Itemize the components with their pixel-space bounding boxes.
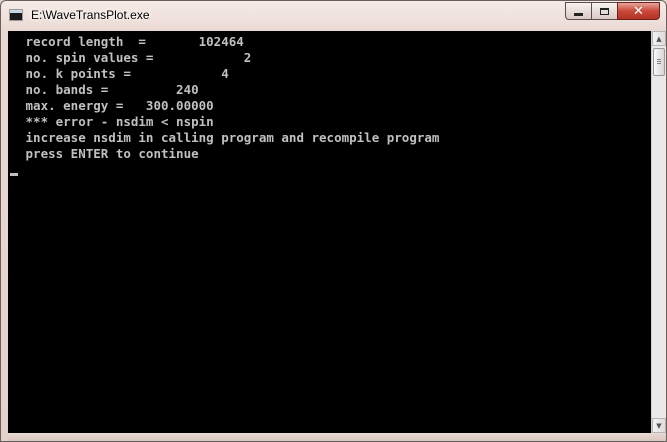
up-arrow-icon: ▲: [656, 34, 662, 43]
down-arrow-icon: ▼: [656, 421, 662, 430]
console-line: increase nsdim in calling program and re…: [18, 130, 440, 145]
window-title: E:\WaveTransPlot.exe: [31, 8, 150, 22]
maximize-icon: [600, 7, 609, 15]
window-bottom-border: [8, 433, 666, 441]
console-line: no. k points = 4: [18, 66, 229, 81]
maximize-button[interactable]: [591, 2, 617, 20]
console-app-icon[interactable]: [9, 9, 23, 21]
console-line: no. bands = 240: [18, 82, 199, 97]
minimize-button[interactable]: [565, 2, 591, 20]
scroll-thumb[interactable]: [653, 48, 665, 76]
scroll-up-button[interactable]: ▲: [652, 31, 666, 46]
console-line: record length = 102464: [18, 34, 244, 49]
close-icon: ✕: [633, 3, 644, 19]
console-output[interactable]: record length = 102464 no. spin values =…: [8, 31, 651, 433]
vertical-scrollbar[interactable]: ▲ ▼: [651, 31, 666, 433]
text-cursor: [10, 173, 18, 176]
console-line: press ENTER to continue: [18, 146, 199, 161]
console-lines: record length = 102464 no. spin values =…: [18, 34, 440, 162]
title-bar[interactable]: E:\WaveTransPlot.exe ✕: [1, 1, 666, 31]
console-line: max. energy = 300.00000: [18, 98, 214, 113]
console-line: no. spin values = 2: [18, 50, 252, 65]
scroll-down-button[interactable]: ▼: [652, 418, 666, 433]
console-line: *** error - nsdim < nspin: [18, 114, 214, 129]
caption-buttons: ✕: [565, 2, 660, 21]
close-button[interactable]: ✕: [617, 2, 660, 20]
minimize-icon: [574, 12, 583, 16]
